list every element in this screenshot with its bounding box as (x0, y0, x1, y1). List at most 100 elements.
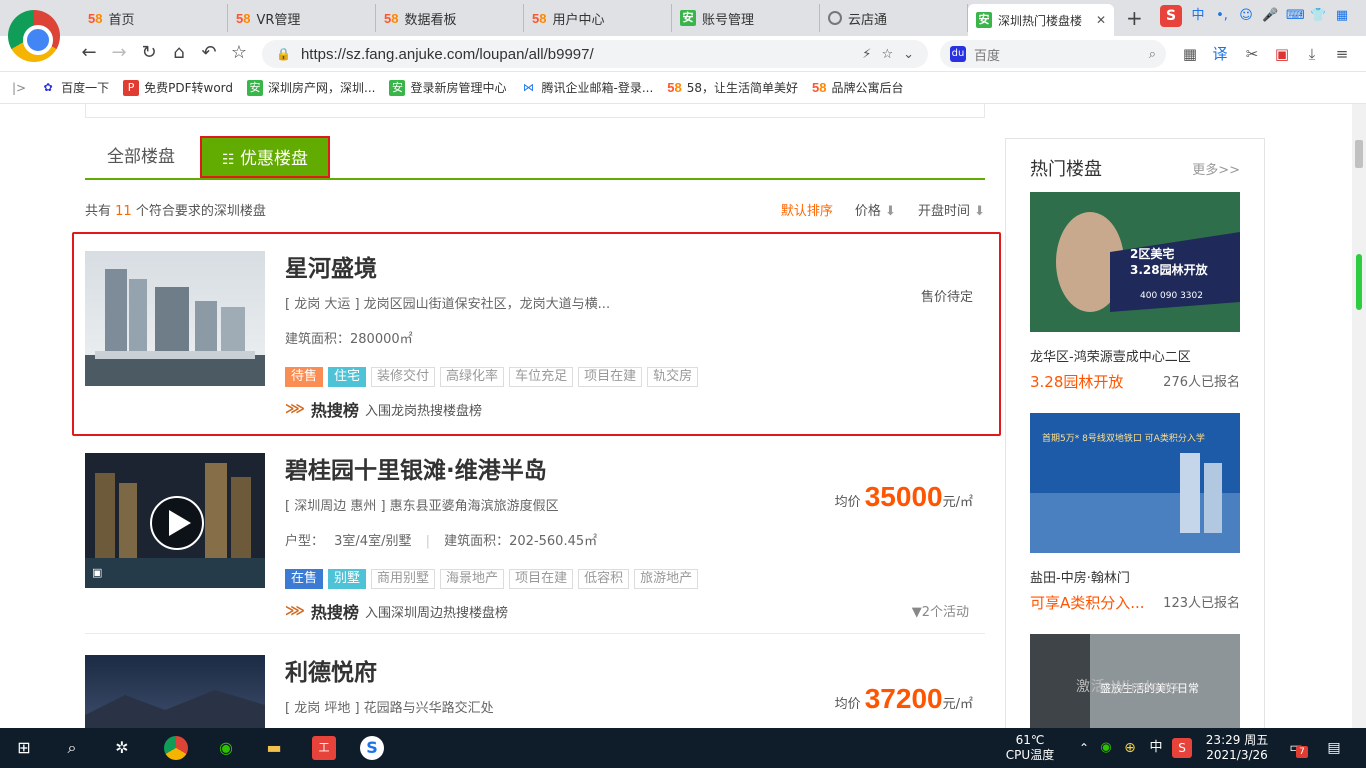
fan-app-icon[interactable]: ✲ (110, 736, 134, 760)
hot-listing-image[interactable]: 首期5万* 8号线双地铁口 可A类积分入学 (1030, 413, 1240, 553)
windows-start-icon[interactable]: ⊞ (12, 736, 36, 760)
chrome-icon[interactable] (164, 736, 188, 760)
ad-line: 2区美宅 (1130, 246, 1174, 261)
apps-icon[interactable]: ▦ (1180, 44, 1200, 64)
hot-search-rank[interactable]: ⋙ 热搜榜 入围龙岗热搜楼盘榜 (285, 397, 482, 421)
hot-listing-image[interactable]: 2区美宅 3.28园林开放 400 090 3302 (1030, 192, 1240, 332)
tag-status: 待售 (285, 367, 324, 387)
listing-address[interactable]: [ 龙岗 坪地 ] 花园路与兴华路交汇处 (285, 697, 494, 716)
ime-mode-icon[interactable]: 中 (1190, 8, 1206, 24)
bookmark-apartment[interactable]: 58 品牌公寓后台 (812, 79, 903, 96)
shirt-icon[interactable]: 👕 (1310, 8, 1326, 24)
chevron-up-icon[interactable]: ⌃ (1072, 736, 1096, 760)
microphone-icon[interactable]: 🎤 (1262, 8, 1278, 24)
listing-item[interactable]: ▣ 碧桂园十里银滩·维港半岛 [ 深圳周边 惠州 ] 惠东县亚婆角海滨旅游度假区… (85, 451, 985, 634)
star-icon[interactable]: ☆ (228, 42, 250, 64)
url-text[interactable]: https://sz.fang.anjuke.com/loupan/all/b9… (301, 46, 852, 63)
search-input[interactable]: 百度 (974, 45, 1141, 64)
tab-loupan[interactable]: 安 深圳热门楼盘楼 ✕ (968, 4, 1114, 36)
price-value: 35000 (864, 481, 943, 512)
video-play-icon[interactable]: ▣ (92, 566, 102, 579)
file-explorer-icon[interactable]: ▬ (262, 736, 286, 760)
hot-search-rank[interactable]: ⋙ 热搜榜 入围深圳周边热搜楼盘榜 (285, 599, 508, 623)
activities-toggle[interactable]: ▼2个活动 (912, 601, 969, 620)
emoji-icon[interactable]: ☺ (1238, 8, 1254, 24)
listing-address[interactable]: [ 龙岗 大运 ] 龙岗区园山街道保安社区，龙岗大道与横... (285, 293, 610, 312)
sogou-icon[interactable]: S (1160, 5, 1182, 27)
bookmark-pdf[interactable]: P 免费PDF转word (123, 79, 233, 96)
sort-open-time[interactable]: 开盘时间 ⬇ (918, 200, 985, 219)
bookmark-star-icon[interactable]: ☆ (881, 47, 893, 62)
search-icon[interactable]: ⌕ (1149, 47, 1156, 62)
back-icon[interactable]: ← (78, 42, 100, 64)
listing-photo[interactable] (85, 251, 265, 386)
sort-price[interactable]: 价格 ⬇ (855, 200, 896, 219)
arrow-down-icon: ⬇ (885, 204, 896, 219)
lightning-icon[interactable]: ⚡ (862, 47, 871, 62)
tab-vr[interactable]: 58 VR管理 (228, 4, 376, 32)
listing-photo[interactable] (85, 453, 265, 588)
download-icon[interactable]: ⤓ (1302, 44, 1322, 64)
new-tab-button[interactable]: + (1126, 6, 1143, 30)
work-app-icon[interactable]: 工 (312, 736, 336, 760)
ad-line: 3.28园林开放 (1130, 262, 1209, 277)
menu-icon[interactable]: ≡ (1332, 44, 1352, 64)
ime-indicator[interactable]: 中 (1144, 736, 1168, 760)
listing-item[interactable]: 利德悦府 [ 龙岗 坪地 ] 花园路与兴华路交汇处 均价 37200元/㎡ (85, 655, 985, 728)
wechat-icon[interactable]: ◉ (214, 736, 238, 760)
sogou-browser-icon[interactable]: S (360, 736, 384, 760)
tab-promo-listings[interactable]: ☷ 优惠楼盘 (200, 136, 330, 178)
tab-dashboard[interactable]: 58 数据看板 (376, 4, 524, 32)
grid-menu-icon[interactable]: ▦ (1334, 8, 1350, 24)
hot-listing-name[interactable]: 龙华区-鸿荣源壹成中心二区 (1030, 346, 1240, 365)
listing-name[interactable]: 碧桂园十里银滩·维港半岛 (285, 451, 547, 485)
search-icon[interactable]: ⌕ (60, 736, 84, 760)
bookmark-tencent-mail[interactable]: ⋈ 腾讯企业邮箱-登录... (520, 79, 653, 96)
forward-icon[interactable]: → (108, 42, 130, 64)
sort-default[interactable]: 默认排序 (781, 200, 833, 219)
search-box[interactable]: du 百度 ⌕ (940, 40, 1166, 68)
sogou-icon[interactable]: S (1172, 738, 1192, 758)
sidebar-toggle-icon[interactable]: |> (12, 81, 26, 95)
undo-close-icon[interactable]: ↶ (198, 42, 220, 64)
tab-home[interactable]: 58 首页 (80, 4, 228, 32)
more-link[interactable]: 更多>> (1192, 159, 1240, 178)
tab-label: 账号管理 (702, 12, 755, 28)
listing-address[interactable]: [ 深圳周边 惠州 ] 惠东县亚婆角海滨旅游度假区 (285, 495, 559, 514)
translate-icon[interactable]: 译 (1210, 44, 1230, 64)
scroll-thumb[interactable] (1355, 140, 1363, 168)
hot-listing-card[interactable]: 首期5万* 8号线双地铁口 可A类积分入学 盐田-中房·翰林门 可享A类积分入.… (1030, 413, 1240, 613)
listing-photo[interactable] (85, 655, 265, 728)
bookmark-baidu[interactable]: ✿ 百度一下 (40, 79, 110, 96)
home-icon[interactable]: ⌂ (168, 42, 190, 64)
chevron-down-icon[interactable]: ⌄ (903, 47, 914, 62)
listing-name[interactable]: 星河盛境 (285, 249, 377, 283)
wechat-tray-icon[interactable]: ◉ (1094, 736, 1118, 760)
hot-listing-promo[interactable]: 3.28园林开放 (1030, 371, 1123, 392)
tab-all-listings[interactable]: 全部楼盘 (85, 136, 197, 178)
browser-logo-icon[interactable] (8, 10, 60, 62)
action-center-icon[interactable]: ▤ (1322, 736, 1346, 760)
tab-account[interactable]: 安 账号管理 (672, 4, 820, 32)
hot-listing-name[interactable]: 盐田-中房·翰林门 (1030, 567, 1240, 586)
punctuation-icon[interactable]: •, (1214, 8, 1230, 24)
scissors-icon[interactable]: ✂ (1242, 44, 1262, 64)
hot-listing-card[interactable]: 2区美宅 3.28园林开放 400 090 3302 龙华区-鸿荣源壹成中心二区… (1030, 192, 1240, 392)
reload-icon[interactable]: ↻ (138, 42, 160, 64)
bookmark-xinfang[interactable]: 安登录新房管理中心 (389, 79, 506, 96)
plus-tray-icon[interactable]: ⊕ (1118, 736, 1142, 760)
address-bar[interactable]: 🔒 https://sz.fang.anjuke.com/loupan/all/… (262, 40, 928, 68)
keyboard-icon[interactable]: ⌨ (1286, 8, 1305, 24)
page-scrollbar[interactable] (1352, 104, 1366, 728)
scroll-indicator[interactable] (1356, 254, 1362, 310)
hot-listing-promo[interactable]: 可享A类积分入... (1030, 592, 1145, 613)
tab-yundiantong[interactable]: 云店通 (820, 4, 968, 32)
listing-item[interactable]: 星河盛境 [ 龙岗 大运 ] 龙岗区园山街道保安社区，龙岗大道与横... 建筑面… (85, 251, 985, 421)
close-icon[interactable]: ✕ (1096, 13, 1106, 27)
tab-user-center[interactable]: 58 用户中心 (524, 4, 672, 32)
pdf-icon[interactable]: ▣ (1272, 44, 1292, 64)
clock[interactable]: 23:29 周五 2021/3/26 (1200, 733, 1274, 763)
bookmark-58[interactable]: 58 58，让生活简单美好 (667, 79, 798, 96)
bookmark-szfang[interactable]: 安深圳房产网，深圳... (247, 79, 375, 96)
listing-name[interactable]: 利德悦府 (285, 653, 377, 687)
